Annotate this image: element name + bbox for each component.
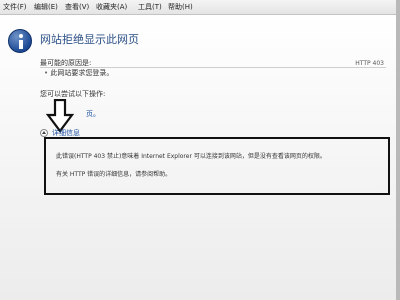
info-icon <box>8 29 32 53</box>
detail-line-2: 有关 HTTP 错误的详细信息，请参阅帮助。 <box>56 171 172 178</box>
page-title: 网站拒绝显示此网页 <box>40 33 139 46</box>
window-edge <box>396 0 400 300</box>
menu-tools[interactable]: 工具(T) <box>138 0 162 15</box>
cause-item: • 此网站要求您登录。 <box>44 68 113 78</box>
menu-view[interactable]: 查看(V) <box>65 0 89 15</box>
try-heading: 您可以尝试以下操作: <box>40 90 106 98</box>
causes-heading: 最可能的原因是: <box>40 59 92 67</box>
menu-edit[interactable]: 编辑(E) <box>34 0 58 15</box>
try-link-fragment[interactable]: 页。 <box>86 109 100 119</box>
error-code: HTTP 403 <box>355 60 384 67</box>
chevron-up-icon[interactable] <box>40 129 48 137</box>
menu-favorites[interactable]: 收藏夹(A) <box>96 0 127 15</box>
menu-file[interactable]: 文件(F) <box>3 0 27 15</box>
detail-box: 此错误(HTTP 403 禁止)意味着 Internet Explorer 可以… <box>44 137 390 195</box>
menu-help[interactable]: 帮助(H) <box>168 0 193 15</box>
detail-line-1: 此错误(HTTP 403 禁止)意味着 Internet Explorer 可以… <box>56 153 326 160</box>
error-page: 网站拒绝显示此网页 HTTP 403 最可能的原因是: • 此网站要求您登录。 … <box>0 15 396 300</box>
menu-bar: 文件(F) 编辑(E) 查看(V) 收藏夹(A) 工具(T) 帮助(H) <box>0 0 400 15</box>
cause-text: 此网站要求您登录。 <box>50 69 114 77</box>
